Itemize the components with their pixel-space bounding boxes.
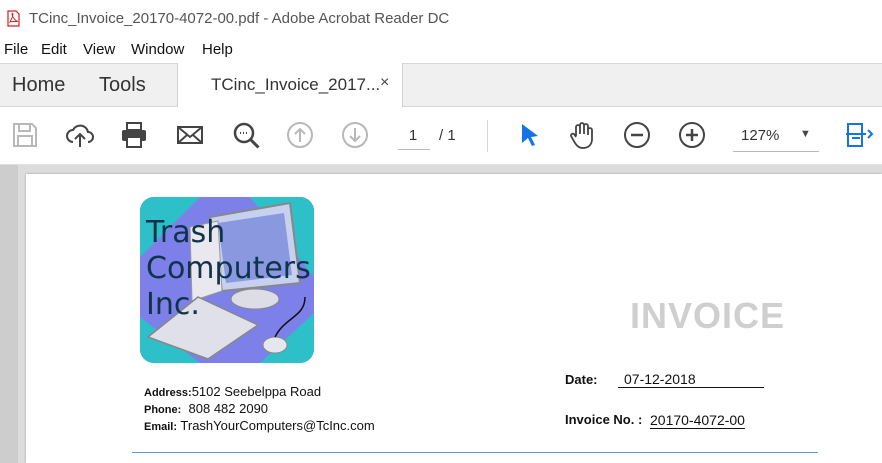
date-value: 07-12-2018 — [618, 371, 764, 388]
page-number-underline — [398, 149, 430, 150]
chevron-down-icon[interactable]: ▼ — [800, 128, 811, 140]
print-icon[interactable] — [119, 120, 149, 150]
email-label: Email: — [144, 421, 178, 433]
mail-icon[interactable] — [175, 120, 205, 150]
tab-tools[interactable]: Tools — [99, 74, 146, 97]
phone-label: Phone: — [144, 404, 182, 416]
toolbar-divider — [487, 120, 488, 152]
zoom-in-icon[interactable] — [677, 120, 707, 150]
logo-text-line-1: Trash — [146, 215, 226, 250]
phone-value: 808 482 2090 — [188, 401, 269, 416]
page-up-icon[interactable] — [285, 120, 315, 150]
pdf-file-icon — [7, 10, 20, 27]
zoom-out-icon[interactable] — [622, 120, 652, 150]
logo-text-line-2: Computers — [146, 251, 311, 286]
zoom-underline — [733, 151, 819, 152]
fit-page-icon[interactable] — [844, 120, 874, 150]
section-divider — [132, 452, 818, 453]
menu-window[interactable]: Window — [131, 41, 184, 58]
address-label: Address: — [144, 387, 192, 399]
company-logo: Trash Computers Inc. — [140, 197, 314, 363]
tab-home[interactable]: Home — [12, 74, 65, 97]
email-value: TrashYourComputers@TcInc.com — [180, 418, 375, 433]
menu-help[interactable]: Help — [202, 41, 233, 58]
tab-bar: Home Tools TCinc_Invoice_2017... × — [0, 63, 882, 108]
menu-view[interactable]: View — [83, 41, 115, 58]
window-title: TCinc_Invoice_20170-4072-00.pdf - Adobe … — [29, 10, 450, 27]
address-value: 5102 Seebelppa Road — [191, 384, 322, 399]
tab-document-label: TCinc_Invoice_2017... — [211, 75, 381, 94]
menu-edit[interactable]: Edit — [41, 41, 67, 58]
left-panel-strip[interactable] — [0, 165, 18, 463]
upload-icon[interactable] — [65, 120, 95, 150]
phone-line: Phone: 808 482 2090 — [144, 401, 268, 416]
toolbar: 1 / 1 127% ▼ — [0, 107, 882, 165]
logo-text-line-3: Inc. — [146, 287, 200, 322]
menu-bar: File Edit View Window Help — [0, 38, 882, 63]
date-label: Date: — [565, 372, 598, 387]
page-number-input[interactable]: 1 — [395, 125, 431, 147]
title-bar: TCinc_Invoice_20170-4072-00.pdf - Adobe … — [0, 0, 882, 38]
zoom-level[interactable]: 127% — [741, 127, 779, 144]
invoice-number-value: 20170-4072-00 — [650, 412, 745, 429]
hand-icon[interactable] — [567, 120, 597, 150]
select-arrow-icon[interactable] — [514, 120, 544, 150]
invoice-heading: INVOICE — [630, 295, 786, 336]
invoice-number-label: Invoice No. : — [565, 412, 643, 427]
email-line: Email: TrashYourComputers@TcInc.com — [144, 418, 375, 433]
pdf-page: Trash Computers Inc. INVOICE Address:510… — [26, 174, 882, 463]
address-line: Address:5102 Seebelppa Road — [144, 384, 321, 399]
menu-file[interactable]: File — [4, 41, 28, 58]
page-total: / 1 — [439, 127, 456, 144]
save-icon[interactable] — [10, 120, 40, 150]
search-icon[interactable] — [231, 120, 261, 150]
close-tab-icon[interactable]: × — [380, 74, 389, 92]
tab-document[interactable]: TCinc_Invoice_2017... × — [177, 63, 403, 108]
page-down-icon[interactable] — [340, 120, 370, 150]
